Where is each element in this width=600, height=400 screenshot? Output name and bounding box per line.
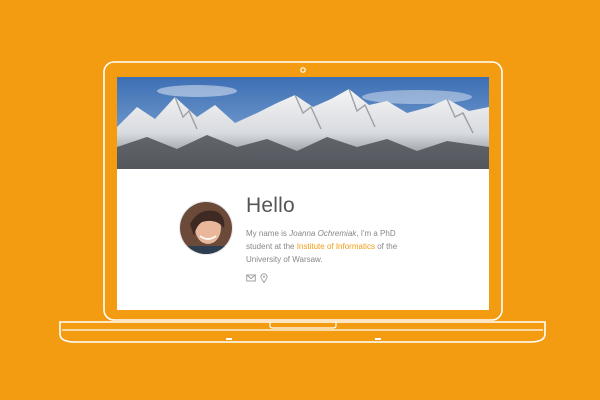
avatar — [179, 201, 233, 255]
intro-text: My name is Joanna Ochremiak, I'm a PhD s… — [246, 227, 418, 266]
camera-icon — [300, 67, 306, 73]
envelope-icon[interactable] — [246, 270, 256, 282]
greeting-heading: Hello — [246, 194, 295, 217]
banner-image — [117, 77, 489, 169]
contact-icons — [246, 270, 269, 284]
intro-prefix: My name is — [246, 229, 290, 238]
location-pin-icon[interactable] — [259, 270, 269, 284]
institute-link[interactable]: Institute of Informatics — [297, 242, 375, 251]
laptop-screen: Hello My name is Joanna Ochremiak, I'm a… — [117, 77, 489, 310]
author-name: Joanna Ochremiak — [289, 229, 357, 238]
profile-section: Hello My name is Joanna Ochremiak, I'm a… — [117, 169, 489, 310]
